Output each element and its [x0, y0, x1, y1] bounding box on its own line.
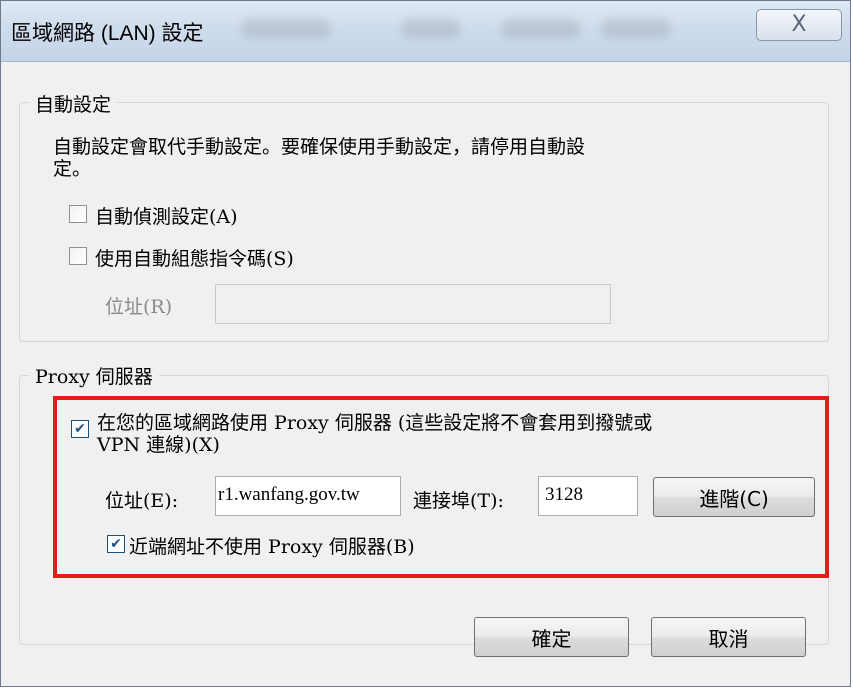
title-bar[interactable]: 區域網路 (LAN) 設定 X [1, 1, 850, 62]
close-button[interactable]: X [756, 9, 842, 41]
use-proxy-checkbox[interactable]: ✔ [71, 420, 89, 438]
auto-config-description-line1: 自動設定會取代手動設定。要確保使用手動設定，請停用自動設 [53, 136, 586, 158]
proxy-address-label: 位址(E): [105, 490, 179, 512]
script-address-label: 位址(R) [105, 296, 173, 318]
proxy-address-input[interactable]: r1.wanfang.gov.tw [215, 476, 401, 516]
use-script-checkbox[interactable] [69, 247, 87, 265]
proxy-group-label: Proxy 伺服器 [29, 362, 159, 389]
checkmark-icon: ✔ [110, 536, 122, 552]
checkmark-icon: ✔ [74, 421, 86, 437]
cancel-button[interactable]: 取消 [651, 617, 806, 657]
auto-config-group-label: 自動設定 [29, 90, 118, 117]
proxy-port-label: 連接埠(T): [413, 490, 504, 512]
window-title: 區域網路 (LAN) 設定 [11, 22, 204, 45]
lan-settings-dialog: 區域網路 (LAN) 設定 X 自動設定 自動設定會取代手動設定。要確保使用手動… [0, 0, 851, 687]
auto-config-description-line2: 定。 [53, 158, 92, 180]
proxy-port-input[interactable]: 3128 [538, 476, 638, 516]
auto-detect-label[interactable]: 自動偵測設定(A) [95, 202, 238, 229]
dialog-body: 自動設定 自動設定會取代手動設定。要確保使用手動設定，請停用自動設 定。 自動偵… [1, 62, 850, 686]
auto-detect-checkbox[interactable] [69, 205, 87, 223]
bypass-local-checkbox[interactable]: ✔ [107, 535, 125, 553]
advanced-button[interactable]: 進階(C) [653, 477, 815, 517]
close-icon: X [791, 12, 807, 37]
bypass-local-label[interactable]: 近端網址不使用 Proxy 伺服器(B) [129, 532, 415, 559]
ok-button[interactable]: 確定 [474, 617, 629, 657]
use-proxy-label-line2[interactable]: VPN 連線)(X) [97, 430, 220, 457]
use-script-label[interactable]: 使用自動組態指令碼(S) [95, 244, 294, 271]
script-address-input[interactable] [215, 284, 611, 324]
